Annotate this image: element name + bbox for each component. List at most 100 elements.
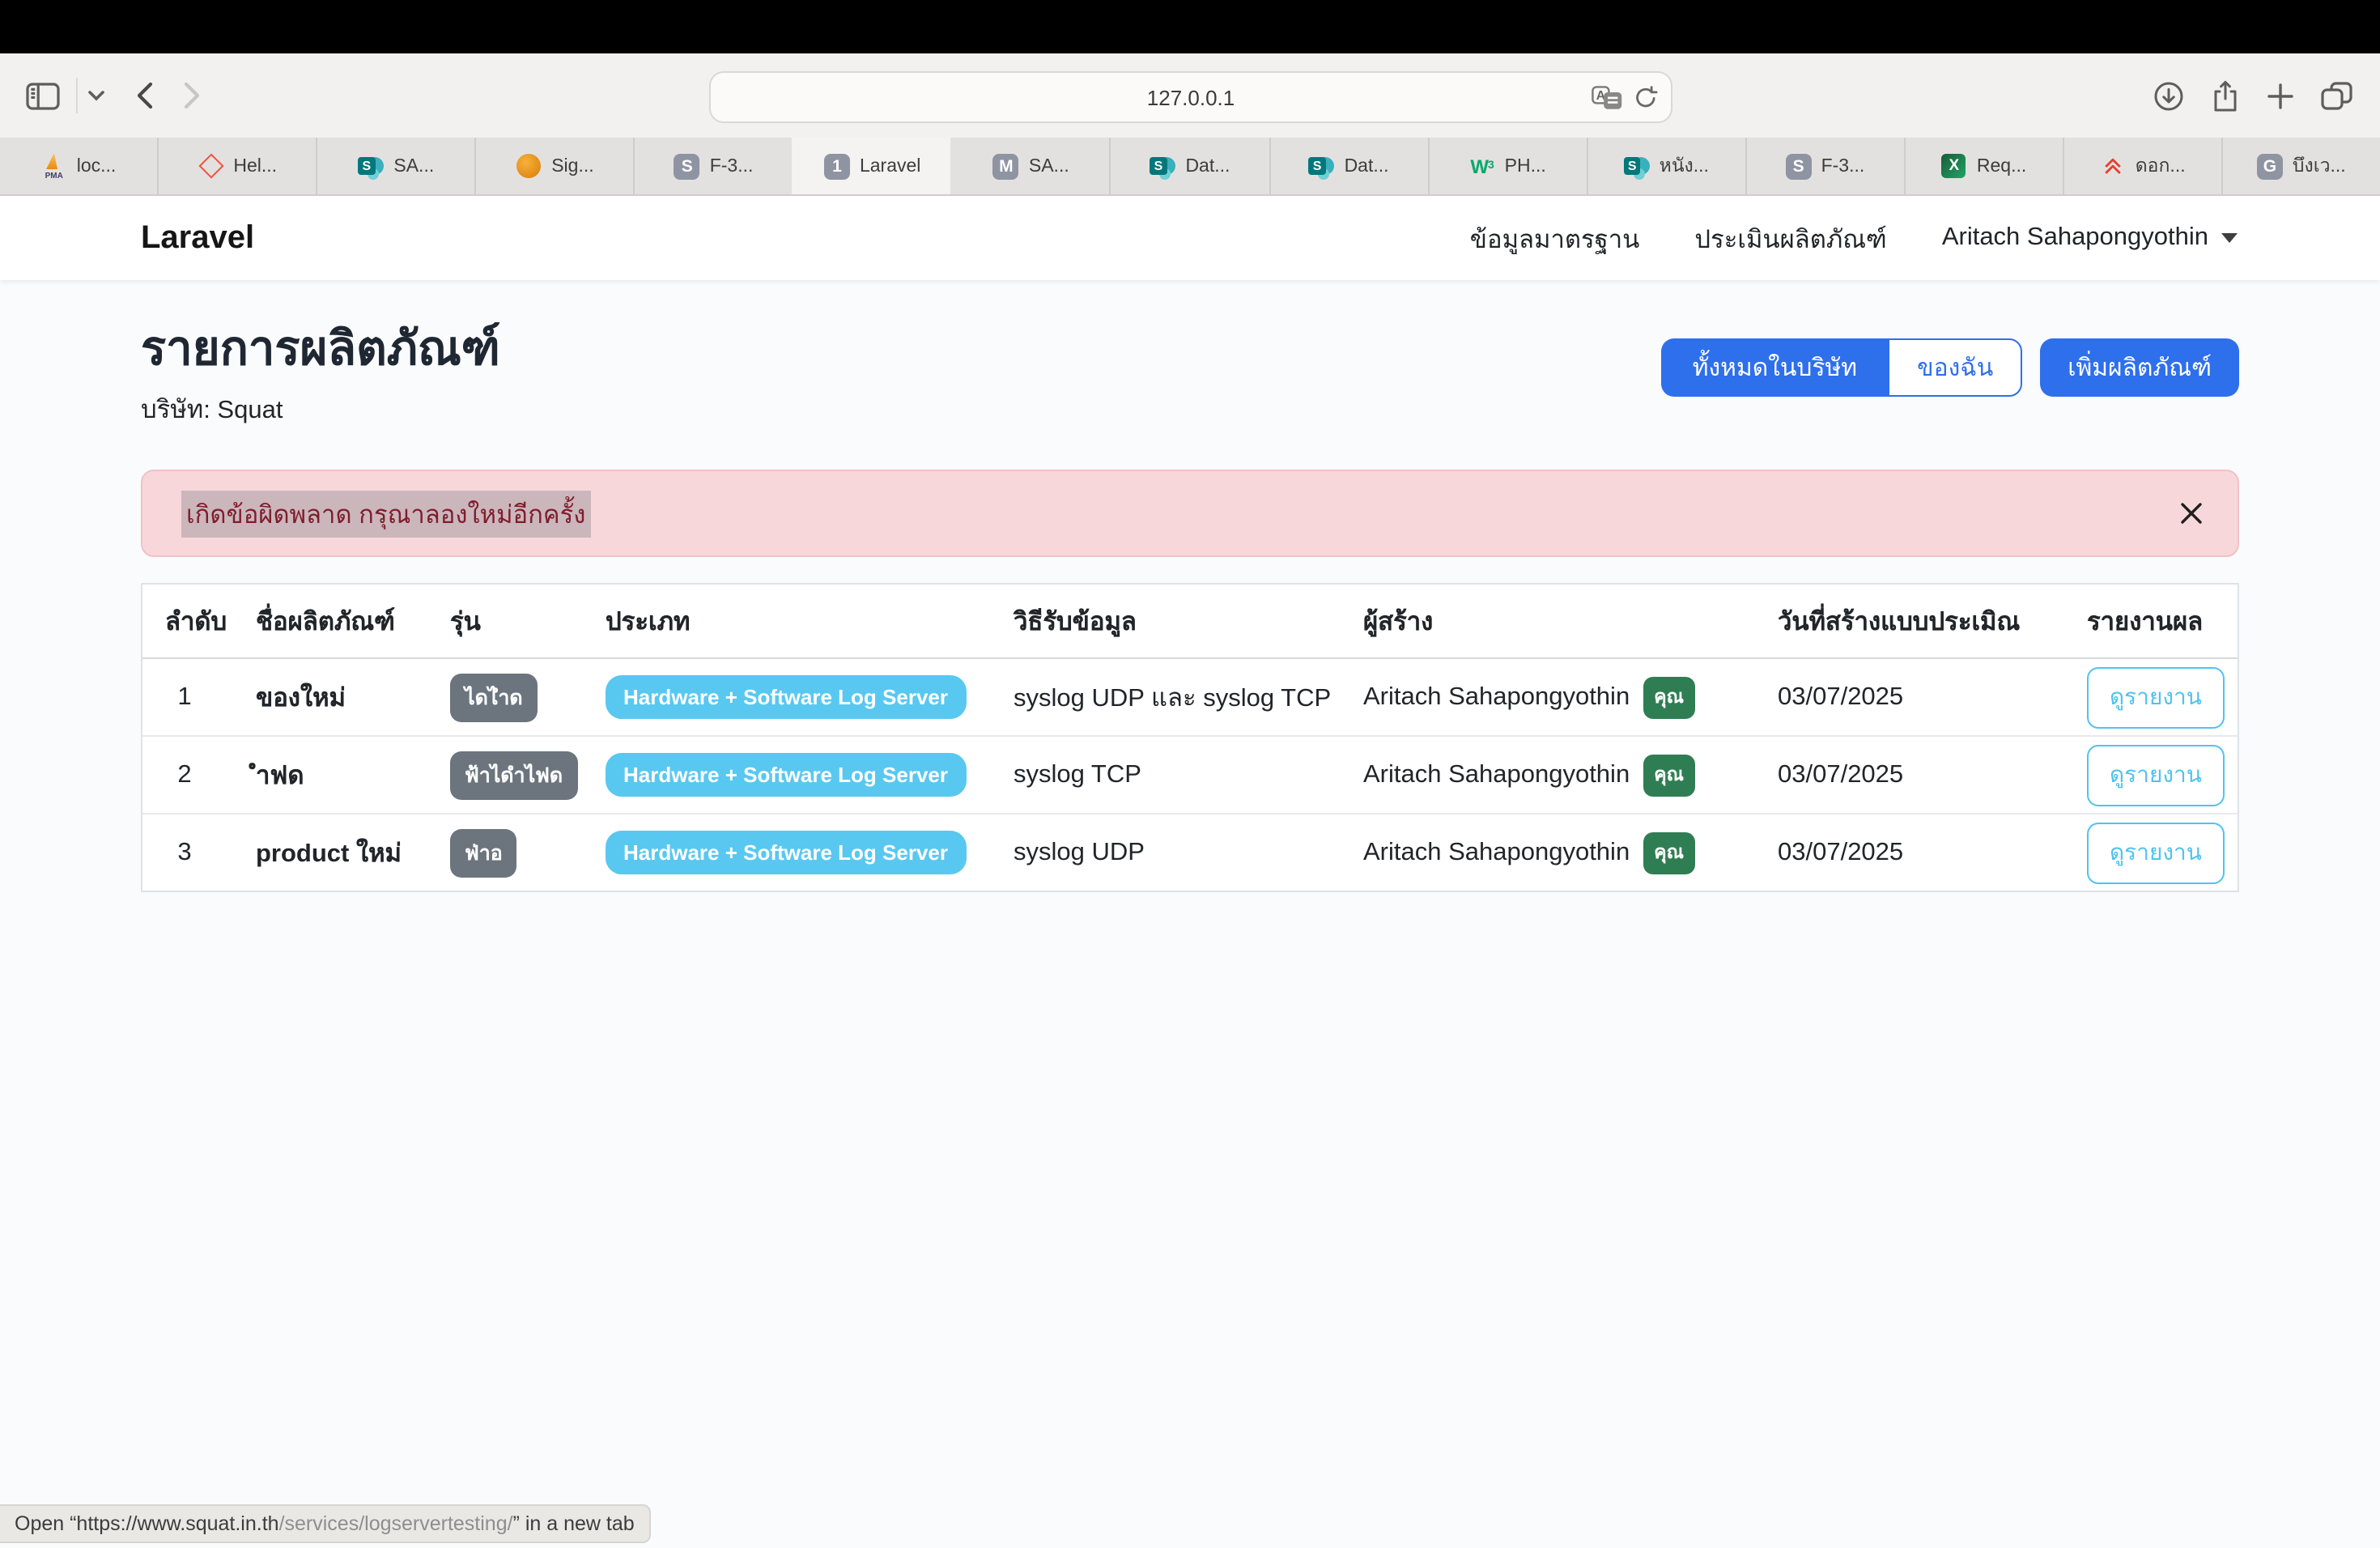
tab-label: ดอก...	[2136, 151, 2186, 181]
creator-name: Aritach Sahapongyothin	[1363, 839, 1630, 868]
tab-Hel[interactable]: Hel...	[157, 138, 316, 194]
caret-down-icon	[2221, 233, 2238, 243]
w3schools-icon: W3	[1469, 153, 1495, 179]
you-badge: คุณ	[1643, 755, 1695, 797]
laravel-icon	[198, 153, 223, 179]
tab-Req[interactable]: X Req...	[1904, 138, 2063, 194]
table-header-row: ลำดับ ชื่อผลิตภัณฑ์ รุ่น ประเภท วิธีรับข…	[142, 585, 2238, 660]
tab-ดอก[interactable]: ดอก...	[2063, 138, 2221, 194]
tab-label: F-3...	[1821, 156, 1865, 176]
tab-Dat[interactable]: S Dat...	[1110, 138, 1269, 194]
tab-SA[interactable]: M SA...	[951, 138, 1110, 194]
address-bar[interactable]: 127.0.0.1 A	[709, 71, 1672, 123]
reload-icon[interactable]	[1634, 85, 1658, 109]
sharepoint-icon: S	[1624, 153, 1650, 179]
type-badge: Hardware + Software Log Server	[606, 831, 966, 875]
product-name: ำฟด	[256, 755, 450, 796]
table-row: 1 ของใหม่ ไดไำด Hardware + Software Log …	[142, 660, 2238, 738]
tab-label: บึงเว...	[2293, 151, 2346, 181]
nav-standard-data[interactable]: ข้อมูลมาตรฐาน	[1470, 218, 1640, 258]
tab-loc[interactable]: PMA loc...	[0, 138, 157, 194]
you-badge: คุณ	[1643, 832, 1695, 874]
download-icon[interactable]	[2153, 80, 2184, 111]
excel-icon: X	[1941, 153, 1967, 179]
browser-toolbar: 127.0.0.1 A	[0, 53, 2380, 138]
page-content: รายการผลิตภัณฑ์ บริษัท: Squat ทั้งหมดในบ…	[0, 324, 2380, 893]
model-badge: ไดไำด	[450, 674, 538, 722]
filter-all-company-button[interactable]: ทั้งหมดในบริษัท	[1662, 338, 1888, 397]
type-badge: Hardware + Software Log Server	[606, 754, 966, 797]
tab-label: Laravel	[860, 156, 920, 176]
alert-message: เกิดข้อผิดพลาด กรุณาลองใหม่อีกครั้ง	[181, 491, 590, 538]
method-cell: syslog UDP และ syslog TCP	[1014, 678, 1363, 718]
chevron-down-icon[interactable]	[87, 89, 105, 102]
close-icon[interactable]	[2179, 502, 2204, 526]
tab-Dat[interactable]: S Dat...	[1269, 138, 1427, 194]
tab-Laravel[interactable]: 1 Laravel	[793, 138, 951, 194]
method-cell: syslog UDP	[1014, 839, 1363, 868]
link-status-tooltip: Open “https://www.squat.in.th/services/l…	[0, 1504, 651, 1543]
tab-label: Dat...	[1185, 156, 1230, 176]
table-row: 2 ำฟด ฟ้าไดำไฟด Hardware + Software Log …	[142, 738, 2238, 815]
url-text: 127.0.0.1	[1147, 85, 1235, 109]
product-table: ลำดับ ชื่อผลิตภัณฑ์ รุ่น ประเภท วิธีรับข…	[141, 584, 2239, 893]
back-icon[interactable]	[134, 81, 154, 110]
product-name: product ใหม่	[256, 833, 450, 874]
company-subtitle: บริษัท: Squat	[141, 389, 500, 430]
date-cell: 03/07/2025	[1778, 683, 2087, 712]
add-product-button[interactable]: เพิ่มผลิตภัณฑ์	[2040, 338, 2239, 397]
tab-label: PH...	[1505, 156, 1546, 176]
tab-label: Hel...	[233, 156, 277, 176]
share-icon[interactable]	[2210, 79, 2241, 113]
brand-logo[interactable]: Laravel	[141, 219, 254, 257]
you-badge: คุณ	[1643, 677, 1695, 719]
translate-icon[interactable]: A	[1592, 85, 1622, 109]
phpmyadmin-icon: PMA	[41, 153, 67, 179]
creator-name: Aritach Sahapongyothin	[1363, 683, 1630, 712]
tab-label: Sig...	[551, 156, 593, 176]
tab-label: SA...	[1029, 156, 1069, 176]
letter-g-icon: G	[2257, 153, 2283, 179]
sharepoint-icon: S	[1309, 153, 1335, 179]
red-chevrons-icon	[2100, 153, 2126, 179]
letter-s-icon: S	[1786, 153, 1812, 179]
date-cell: 03/07/2025	[1778, 761, 2087, 790]
tab-SA[interactable]: SSA...	[316, 138, 474, 194]
tab-overview-icon[interactable]	[2320, 80, 2354, 111]
tab-number-icon: 1	[824, 153, 850, 179]
tab-label: หนัง...	[1660, 151, 1709, 181]
page-title: รายการผลิตภัณฑ์	[141, 324, 500, 378]
forward-icon[interactable]	[183, 81, 202, 110]
tab-F3[interactable]: S F-3...	[1745, 138, 1903, 194]
browser-window: 127.0.0.1 A	[0, 0, 2380, 1548]
tab-F3[interactable]: S F-3...	[634, 138, 793, 194]
tab-label: F-3...	[710, 156, 754, 176]
tab-label: loc...	[77, 156, 117, 176]
creator-name: Aritach Sahapongyothin	[1363, 761, 1630, 790]
new-tab-icon[interactable]	[2267, 82, 2294, 109]
titlebar	[0, 0, 2380, 53]
letter-m-icon: M	[993, 153, 1019, 179]
sharepoint-icon: S	[1150, 153, 1175, 179]
type-badge: Hardware + Software Log Server	[606, 676, 966, 720]
tab-label: Req...	[1977, 156, 2026, 176]
view-report-button[interactable]: ดูรายงาน	[2087, 667, 2225, 729]
error-alert: เกิดข้อผิดพลาด กรุณาลองใหม่อีกครั้ง	[141, 470, 2239, 558]
tab-label: Dat...	[1345, 156, 1389, 176]
toolbar-divider	[76, 78, 78, 113]
tab-หนัง[interactable]: S หนัง...	[1586, 138, 1745, 194]
letter-s-icon: S	[674, 153, 700, 179]
filter-mine-button[interactable]: ของฉัน	[1888, 338, 2022, 397]
nav-evaluate-product[interactable]: ประเมินผลิตภัณฑ์	[1694, 218, 1886, 258]
tab-บึงเว[interactable]: G บึงเว...	[2221, 138, 2380, 194]
view-report-button[interactable]: ดูรายงาน	[2087, 745, 2225, 806]
user-name: Aritach Sahapongyothin	[1942, 223, 2208, 253]
sidebar-icon[interactable]	[26, 82, 60, 109]
view-report-button[interactable]: ดูรายงาน	[2087, 823, 2225, 884]
table-row: 3 product ใหม่ ฟ่าอ Hardware + Software …	[142, 815, 2238, 891]
tab-Sig[interactable]: Sig...	[474, 138, 633, 194]
site-header: Laravel ข้อมูลมาตรฐาน ประเมินผลิตภัณฑ์ A…	[0, 196, 2380, 280]
tab-PH[interactable]: W3 PH...	[1427, 138, 1586, 194]
user-menu[interactable]: Aritach Sahapongyothin	[1942, 223, 2238, 253]
model-badge: ฟ่าอ	[450, 829, 517, 878]
